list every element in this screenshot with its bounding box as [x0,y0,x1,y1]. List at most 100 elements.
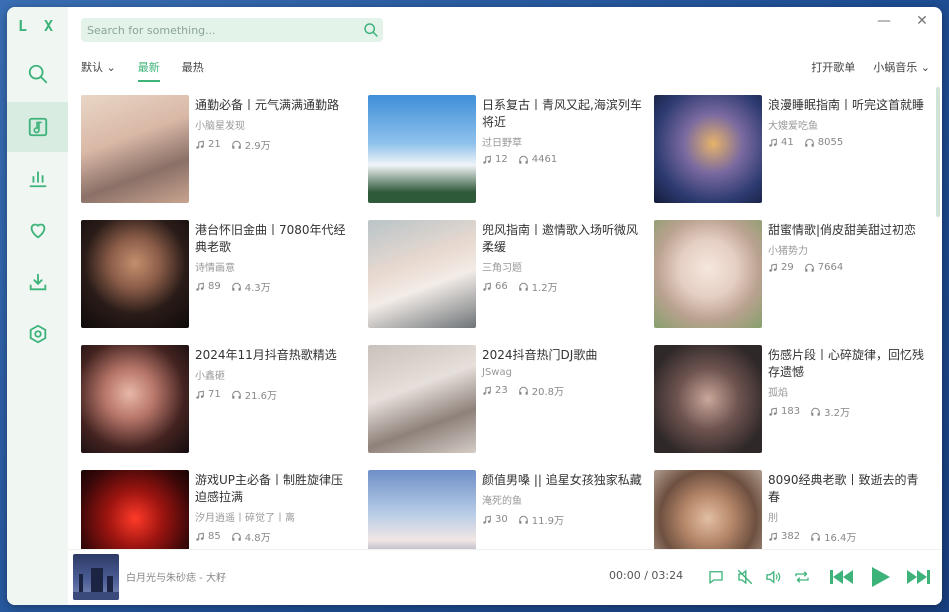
playlist-cover[interactable] [81,345,189,453]
sort-dropdown[interactable]: 默认 ⌄ [81,59,116,77]
playlist-cover[interactable] [81,220,189,328]
playlist-title[interactable]: 游戏UP主必备丨制胜旋律压迫感拉满 [195,472,355,506]
playlist-title[interactable]: 颜值男嗓 || 追星女孩独家私藏 [482,472,642,489]
sidebar-item-downloads[interactable] [7,257,68,307]
playlist-card[interactable]: 8090经典老歌丨致逝去的青春刖 382 16.4万 [654,470,934,549]
play-count-value: 7664 [817,262,844,273]
playlist-card[interactable]: 2024年11月抖音热歌精选 小鑫砸 71 21.6万 [81,345,361,455]
playlist-card[interactable]: 浪漫睡眠指南丨听完这首就睡 大嫂爱吃鱼 41 8055 [654,95,934,205]
playlist-title[interactable]: 通勤必备丨元气满满通勤路 [195,97,355,114]
sidebar-item-charts[interactable] [7,153,68,203]
close-button[interactable]: ✕ [912,13,932,29]
playlist-card[interactable]: 甜蜜情歌|俏皮甜美甜过初恋 小猪势力 29 7664 [654,220,934,330]
sidebar: L X [7,7,68,605]
playlist-title[interactable]: 8090经典老歌丨致逝去的青春 [768,472,928,506]
scrollbar[interactable] [936,87,940,217]
playlist-info: 8090经典老歌丨致逝去的青春刖 382 16.4万 [768,472,928,544]
sidebar-item-search[interactable] [7,49,68,99]
playlist-card[interactable]: 2024抖音热门DJ歌曲 JSwag 23 20.8万 [368,345,648,455]
playlist-card[interactable]: 通勤必备丨元气满满通勤路 小脑星发现 21 2.9万 [81,95,361,205]
play-button[interactable] [867,566,893,588]
desktop-lyrics-button[interactable] [734,566,756,588]
filter-bar: 默认 ⌄ 最新 最热 [81,59,226,82]
playlist-cover[interactable] [368,470,476,549]
source-dropdown[interactable]: 小蜗音乐 ⌄ [873,59,930,75]
playlist-cover[interactable] [368,220,476,328]
play-count: 20.8万 [518,383,564,398]
playlist-stats: 89 4.3万 [195,279,355,294]
playlist-card[interactable]: 伤感片段丨心碎旋律，回忆残存遗憾 孤焰 183 3.2万 [654,345,934,455]
playlist-title[interactable]: 兜风指南丨邀情歌入场听微风柔缓 [482,222,642,256]
download-icon [29,273,46,291]
lyrics-button[interactable] [705,566,727,588]
playlist-card[interactable]: 日系复古丨青风又起,海滨列车将近 过日野草 12 4461 [368,95,648,205]
song-count: 29 [768,262,794,273]
playlist-title[interactable]: 2024年11月抖音热歌精选 [195,347,355,364]
volume-button[interactable] [762,566,784,588]
playlist-cover[interactable] [81,95,189,203]
headphones-icon [231,140,241,149]
previous-icon [830,570,853,584]
play-count: 3.2万 [810,404,850,419]
search-input[interactable] [87,23,359,37]
previous-button[interactable] [828,566,856,588]
header-actions: 打开歌单 小蜗音乐 ⌄ [811,59,930,75]
headphones-icon [518,155,528,164]
headphones-icon [804,263,814,272]
playlist-card[interactable]: 兜风指南丨邀情歌入场听微风柔缓三角习题 66 1.2万 [368,220,648,330]
playlist-cover[interactable] [654,220,762,328]
playlist-title[interactable]: 日系复古丨青风又起,海滨列车将近 [482,97,642,131]
music-note-icon [483,515,491,524]
song-count-value: 85 [208,531,221,542]
headphones-icon [811,407,820,416]
heart-icon [30,223,45,239]
headphones-icon [518,386,528,395]
playlist-author: 刖 [768,513,778,524]
playlist-title[interactable]: 伤感片段丨心碎旋律，回忆残存遗憾 [768,347,928,381]
song-count: 41 [768,137,794,148]
song-count: 12 [482,154,508,165]
music-note-icon [196,282,204,291]
search-submit-button[interactable] [359,18,383,42]
sidebar-item-favorites[interactable] [7,205,68,255]
playlist-cover[interactable] [654,345,762,453]
play-count-value: 16.4万 [824,533,857,544]
playlist-cover[interactable] [81,470,189,549]
song-count: 382 [768,529,800,544]
tab-latest[interactable]: 最新 [137,59,160,82]
playlist-info: 伤感片段丨心碎旋律，回忆残存遗憾 孤焰 183 3.2万 [768,347,928,419]
playlist-cover[interactable] [654,95,762,203]
playlist-info: 日系复古丨青风又起,海滨列车将近 过日野草 12 4461 [482,97,642,165]
playlist-stats: 66 1.2万 [482,279,642,294]
minimize-button[interactable]: — [874,13,894,29]
next-button[interactable] [904,566,932,588]
playlist-stats: 382 16.4万 [768,529,928,544]
song-count: 66 [482,279,508,294]
playlist-card[interactable]: 游戏UP主必备丨制胜旋律压迫感拉满 汐月逍遥丨碎觉了丨离 85 4.8万 [81,470,361,549]
open-playlist-button[interactable]: 打开歌单 [811,59,855,75]
song-count-value: 29 [781,262,794,273]
play-count-value: 21.6万 [244,391,277,402]
song-count-value: 183 [781,406,801,417]
playlist-title[interactable]: 浪漫睡眠指南丨听完这首就睡 [768,97,928,114]
playlist-card[interactable]: 港台怀旧金曲丨7080年代经典老歌 诗情画意 89 4.3万 [81,220,361,330]
sidebar-item-playlists[interactable] [7,102,68,152]
playlist-card[interactable]: 颜值男嗓 || 追星女孩独家私藏 淹死的鱼 30 11.9万 [368,470,648,549]
playlist-cover[interactable] [368,95,476,203]
playlist-title[interactable]: 甜蜜情歌|俏皮甜美甜过初恋 [768,222,928,239]
playlist-info: 颜值男嗓 || 追星女孩独家私藏 淹死的鱼 30 11.9万 [482,472,642,527]
playlist-author: 三角习题 [482,263,522,274]
repeat-button[interactable] [791,566,813,588]
playlist-title[interactable]: 港台怀旧金曲丨7080年代经典老歌 [195,222,355,256]
playlist-cover[interactable] [368,345,476,453]
app-logo: L X [17,17,58,35]
headphones-icon [518,515,528,524]
tab-hottest[interactable]: 最热 [182,59,204,77]
playlist-title[interactable]: 2024抖音热门DJ歌曲 [482,347,642,364]
volume-icon [766,570,781,584]
song-count-value: 23 [495,385,508,396]
now-playing-cover[interactable] [73,554,119,600]
sidebar-item-settings[interactable] [7,309,68,359]
playlist-cover[interactable] [654,470,762,549]
music-note-icon [769,407,777,416]
